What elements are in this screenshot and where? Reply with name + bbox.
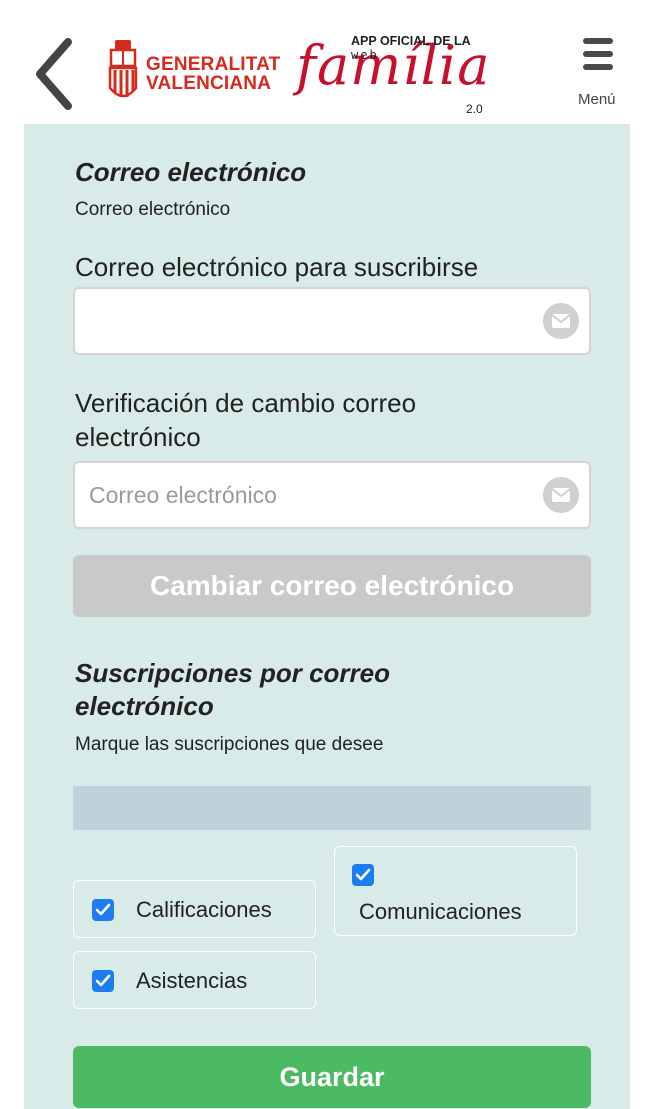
checkbox-label: Asistencias bbox=[136, 968, 248, 993]
menu-label: Menú bbox=[578, 91, 616, 108]
checkbox-comunicaciones[interactable]: Comunicaciones bbox=[334, 846, 577, 936]
change-email-button[interactable]: Cambiar correo electrónico bbox=[73, 555, 591, 617]
verify-email-label: Verificación de cambio correo electrónic… bbox=[75, 386, 416, 454]
checkbox-checked-icon[interactable] bbox=[352, 864, 374, 886]
subscriptions-title-line2: electrónico bbox=[75, 691, 214, 721]
familia-web: web bbox=[351, 48, 379, 62]
checkbox-label: Comunicaciones bbox=[359, 899, 522, 924]
hamburger-icon bbox=[583, 38, 613, 70]
subscribe-email-input[interactable] bbox=[89, 289, 529, 353]
settings-panel: Correo electrónico Correo electrónico Co… bbox=[24, 124, 630, 1109]
checkbox-asistencias[interactable]: Asistencias bbox=[73, 951, 316, 1009]
save-button[interactable]: Guardar bbox=[73, 1046, 591, 1108]
subscriptions-title-line1: Suscripciones por correo bbox=[75, 658, 390, 688]
gv-line1: GENERALITAT bbox=[146, 54, 281, 75]
checkbox-label: Calificaciones bbox=[136, 897, 272, 922]
familia-version: 2.0 bbox=[466, 102, 483, 116]
checkbox-checked-icon[interactable] bbox=[92, 899, 114, 921]
familia-tagline: APP OFICIAL DE LA bbox=[351, 34, 471, 48]
checkbox-checked-icon[interactable] bbox=[92, 970, 114, 992]
subscribe-email-label: Correo electrónico para suscribirse bbox=[75, 252, 479, 282]
checkbox-calificaciones[interactable]: Calificaciones bbox=[73, 880, 316, 938]
verify-email-label-line1: Verificación de cambio correo bbox=[75, 388, 417, 418]
subscriptions-subtitle: Marque las suscripciones que desee bbox=[75, 734, 384, 755]
envelope-icon bbox=[543, 477, 579, 513]
app-header: GENERALITAT VALENCIANA família APP OFICI… bbox=[0, 0, 654, 124]
email-section-title: Correo electrónico bbox=[75, 157, 307, 187]
subscriptions-title: Suscripciones por correo electrónico bbox=[75, 657, 390, 723]
coat-of-arms-icon bbox=[108, 40, 138, 98]
email-section-subtitle: Correo electrónico bbox=[75, 199, 231, 220]
subscriptions-header-bar bbox=[73, 786, 591, 830]
generalitat-wordmark: GENERALITAT VALENCIANA bbox=[146, 55, 281, 93]
envelope-icon bbox=[543, 303, 579, 339]
chevron-left-icon bbox=[36, 38, 72, 110]
generalitat-logo: GENERALITAT VALENCIANA bbox=[106, 38, 291, 110]
verify-email-input[interactable] bbox=[89, 463, 529, 527]
menu-button[interactable]: Menú bbox=[572, 38, 632, 110]
familia-logo: família APP OFICIAL DE LA web 2.0 bbox=[296, 28, 506, 116]
subscribe-email-field[interactable] bbox=[73, 287, 591, 355]
verify-email-label-line2: electrónico bbox=[75, 422, 201, 452]
verify-email-field[interactable] bbox=[73, 461, 591, 529]
gv-line2: VALENCIANA bbox=[146, 73, 272, 94]
back-button[interactable] bbox=[30, 38, 80, 110]
